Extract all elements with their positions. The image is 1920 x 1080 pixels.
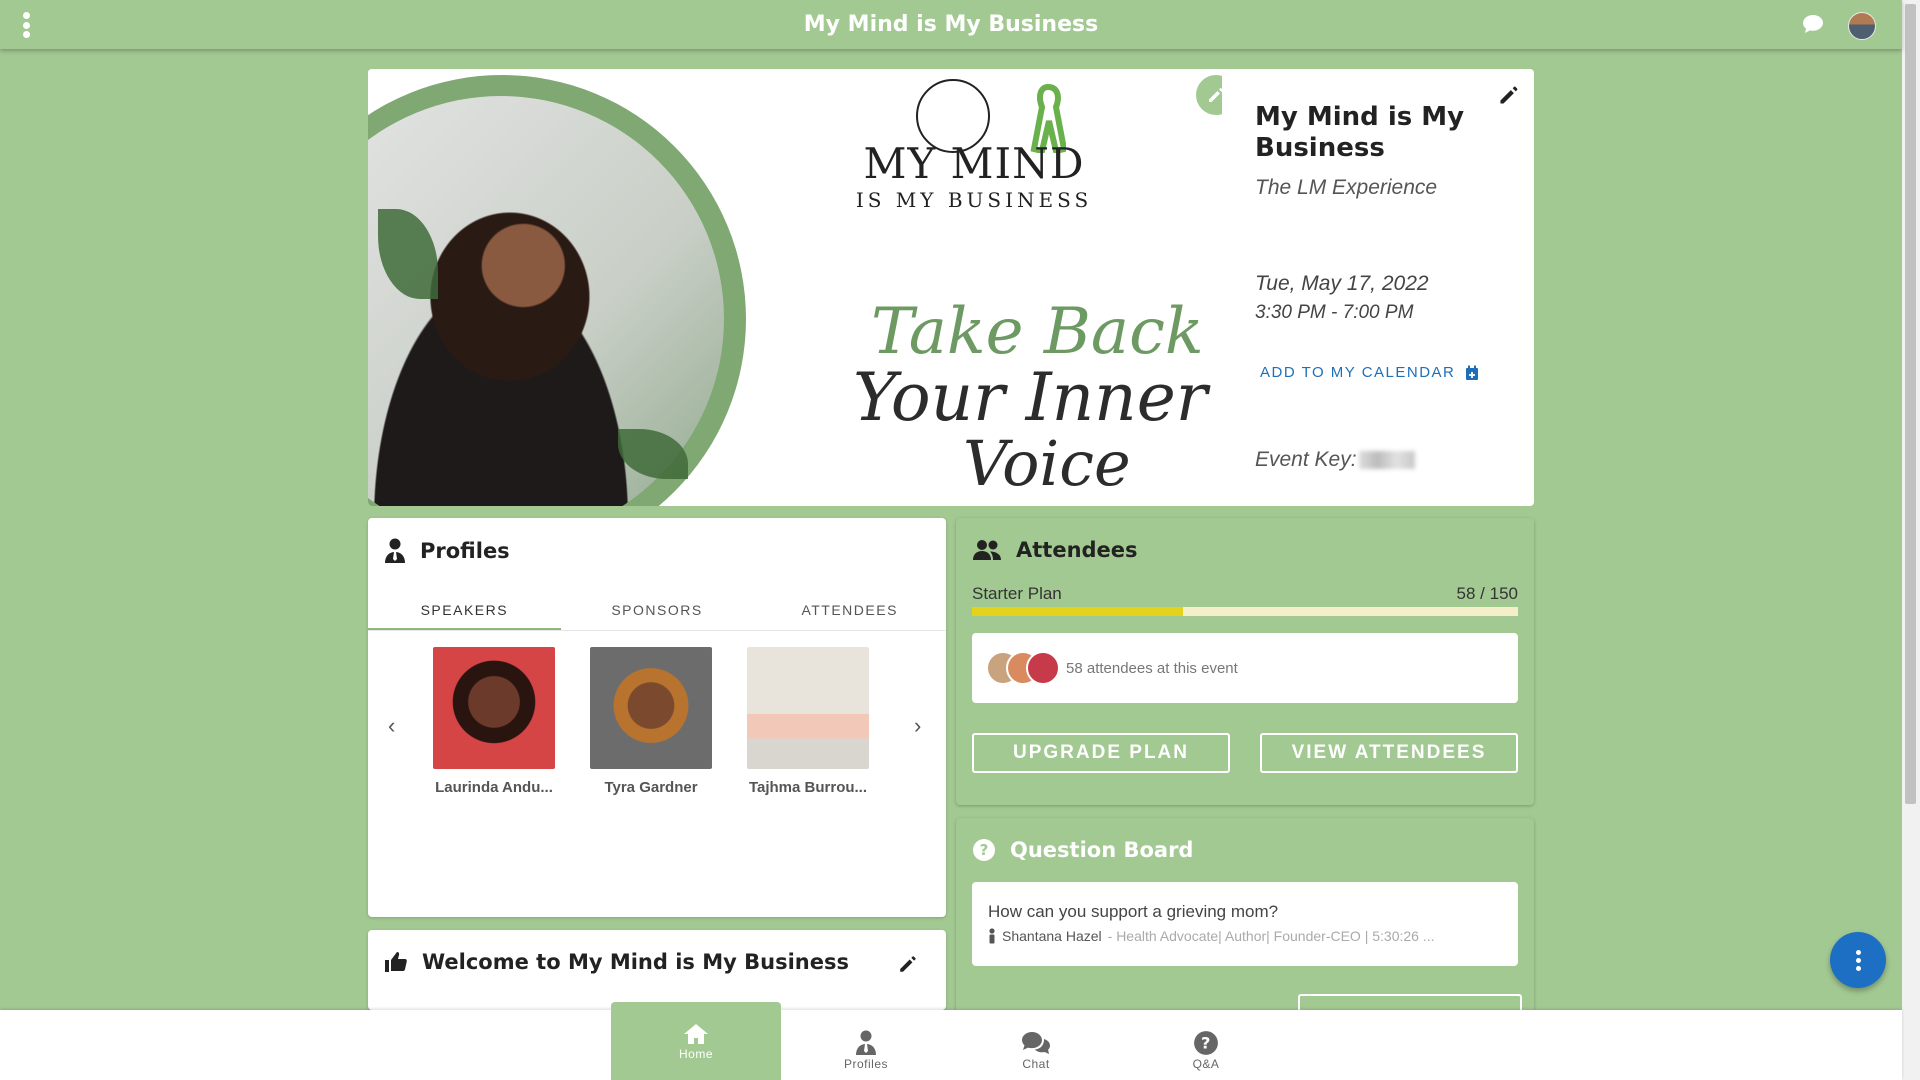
- nav-qa[interactable]: ? Q&A: [1121, 1010, 1291, 1080]
- plan-usage-fill: [972, 607, 1184, 616]
- welcome-title: Welcome to My Mind is My Business: [422, 950, 849, 974]
- event-banner-image: MY MIND IS MY BUSINESS Take Back Your In…: [368, 69, 1222, 506]
- logo-line-1: MY MIND: [863, 139, 1085, 188]
- event-key-label: Event Key:: [1255, 448, 1357, 471]
- svg-text:?: ?: [1201, 1033, 1211, 1052]
- attendees-title: Attendees: [1016, 538, 1138, 562]
- question-text: How can you support a grieving mom?: [988, 902, 1279, 921]
- pencil-icon: [1209, 88, 1222, 102]
- svg-text:?: ?: [980, 841, 989, 859]
- group-icon: [973, 540, 1001, 560]
- speaker-name: Tajhma Burrou...: [748, 779, 868, 796]
- plan-count: 58 / 150: [1456, 584, 1518, 603]
- add-to-calendar-label: ADD TO MY CALENDAR: [1260, 364, 1456, 381]
- top-app-bar: My Mind is My Business: [0, 0, 1902, 49]
- tab-attendees[interactable]: ATTENDEES: [753, 590, 946, 630]
- event-logo: MY MIND IS MY BUSINESS: [854, 139, 1094, 213]
- question-author-role: - Health Advocate| Author| Founder-CEO |…: [1107, 928, 1435, 944]
- profiles-header: Profiles: [384, 538, 510, 564]
- logo-line-2: IS MY BUSINESS: [855, 188, 1093, 212]
- tagline-line-1: Take Back: [871, 295, 1204, 369]
- tab-speakers[interactable]: SPEAKERS: [368, 590, 561, 630]
- event-time: 3:30 PM - 7:00 PM: [1255, 302, 1414, 323]
- attendee-summary[interactable]: 58 attendees at this event: [972, 633, 1518, 703]
- person-icon: [989, 928, 995, 944]
- event-info: My Mind is My Business The LM Experience…: [1255, 69, 1525, 506]
- plan-row: Starter Plan 58 / 150: [972, 584, 1518, 604]
- speaker-card[interactable]: Laurinda Andu...: [429, 647, 559, 796]
- help-icon: ?: [1194, 1031, 1218, 1055]
- profiles-card: Profiles SPEAKERS SPONSORS ATTENDEES ‹ L…: [368, 518, 946, 917]
- profiles-icon: [856, 1030, 876, 1055]
- banner-tagline: Take Back Your Inner Voice: [853, 299, 1222, 497]
- nav-home-label: Home: [678, 1047, 713, 1061]
- menu-icon[interactable]: [22, 12, 30, 38]
- attendee-avatar: [1026, 651, 1060, 685]
- nav-profiles-label: Profiles: [843, 1057, 888, 1071]
- nav-profiles[interactable]: Profiles: [781, 1010, 951, 1080]
- tab-sponsors[interactable]: SPONSORS: [561, 590, 754, 630]
- upgrade-plan-button[interactable]: UPGRADE PLAN: [972, 733, 1230, 773]
- thumbs-up-icon: [385, 952, 407, 972]
- question-board-card: ? Question Board How can you support a g…: [956, 818, 1534, 1026]
- scrollbar-thumb[interactable]: [1905, 4, 1916, 804]
- person-tie-icon: [385, 538, 405, 563]
- question-board-title: Question Board: [1010, 838, 1194, 862]
- add-to-calendar-button[interactable]: ADD TO MY CALENDAR: [1260, 364, 1479, 381]
- edit-welcome-pencil-icon[interactable]: [898, 954, 918, 974]
- home-icon: [684, 1024, 708, 1044]
- more-actions-fab[interactable]: [1830, 932, 1886, 988]
- nav-chat-label: Chat: [1022, 1057, 1050, 1071]
- attendees-card: Attendees Starter Plan 58 / 150 58 atten…: [956, 518, 1534, 805]
- bottom-navigation: Home Profiles Chat ? Q&A: [0, 1002, 1902, 1080]
- messages-icon[interactable]: [1802, 14, 1824, 39]
- event-key-value-redacted: [1358, 451, 1415, 469]
- attendees-header: Attendees: [972, 538, 1138, 562]
- view-attendees-button[interactable]: VIEW ATTENDEES: [1260, 733, 1518, 773]
- event-subtitle: The LM Experience: [1255, 176, 1438, 199]
- event-key: Event Key:: [1255, 448, 1415, 472]
- speaker-photo: [433, 647, 555, 769]
- attendee-count-text: 58 attendees at this event: [1066, 659, 1238, 677]
- plan-name: Starter Plan: [972, 584, 1062, 603]
- speaker-name: Laurinda Andu...: [435, 779, 553, 796]
- profiles-tabs: SPEAKERS SPONSORS ATTENDEES: [368, 590, 946, 631]
- chevron-left-icon[interactable]: ‹: [388, 713, 395, 739]
- page-scrollbar[interactable]: [1902, 0, 1920, 1080]
- tagline-line-3: Voice: [963, 427, 1131, 500]
- question-meta: Shantana Hazel - Health Advocate| Author…: [988, 928, 1435, 944]
- welcome-card: Welcome to My Mind is My Business: [368, 930, 946, 1010]
- edit-banner-button[interactable]: [1196, 75, 1222, 115]
- speaker-photo: [590, 647, 712, 769]
- question-item[interactable]: How can you support a grieving mom? Shan…: [972, 882, 1518, 966]
- plan-usage-bar: [972, 607, 1518, 616]
- speaker-photo: [747, 647, 869, 769]
- speaker-card[interactable]: Tajhma Burrou...: [743, 647, 873, 796]
- calendar-add-icon: [1466, 365, 1479, 380]
- user-avatar[interactable]: [1848, 12, 1876, 40]
- question-author: Shantana Hazel: [1002, 928, 1102, 944]
- event-date: Tue, May 17, 2022: [1255, 272, 1429, 295]
- question-icon: ?: [973, 839, 995, 861]
- speaker-name: Tyra Gardner: [604, 779, 698, 796]
- speaker-card[interactable]: Tyra Gardner: [586, 647, 716, 796]
- question-board-header: ? Question Board: [972, 838, 1193, 862]
- event-name: My Mind is My Business: [1255, 102, 1465, 163]
- chevron-right-icon[interactable]: ›: [914, 713, 921, 739]
- tagline-line-2: Your Inner: [853, 359, 1208, 436]
- profiles-title: Profiles: [420, 539, 510, 563]
- nav-chat[interactable]: Chat: [951, 1010, 1121, 1080]
- chat-icon: [1022, 1032, 1050, 1054]
- nav-qa-label: Q&A: [1192, 1057, 1220, 1071]
- edit-event-pencil-icon[interactable]: [1498, 84, 1520, 106]
- attendee-avatars: [986, 651, 1060, 685]
- welcome-header: Welcome to My Mind is My Business: [384, 950, 849, 974]
- event-hero-card: MY MIND IS MY BUSINESS Take Back Your In…: [368, 69, 1534, 506]
- app-title: My Mind is My Business: [803, 12, 1099, 37]
- nav-home[interactable]: Home: [611, 1002, 781, 1080]
